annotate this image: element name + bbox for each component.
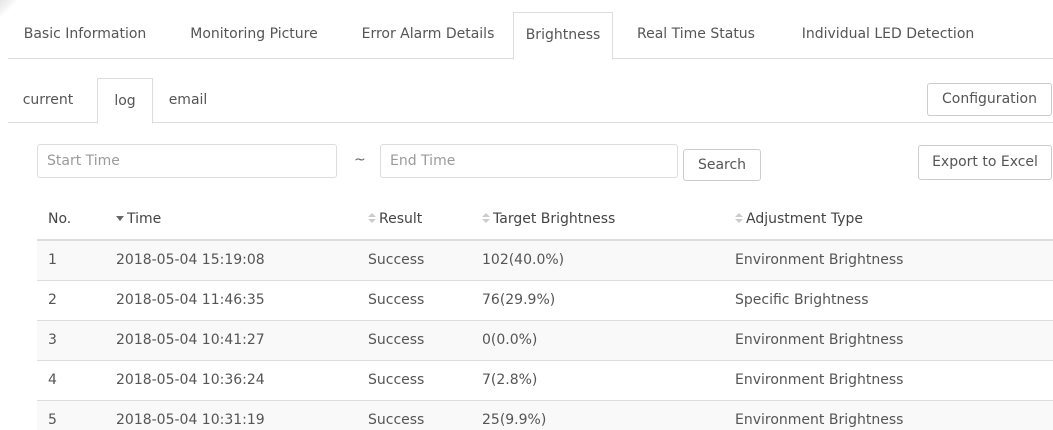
cell-result: Success bbox=[368, 372, 425, 388]
tab-error-alarm-details[interactable]: Error Alarm Details bbox=[344, 12, 512, 59]
top-tab-bar: Basic Information Monitoring Picture Err… bbox=[8, 12, 1053, 60]
tab-brightness[interactable]: Brightness bbox=[513, 12, 613, 60]
cell-adjustment-type: Environment Brightness bbox=[735, 372, 904, 388]
cell-time: 2018-05-04 15:19:08 bbox=[116, 252, 265, 268]
cell-target-brightness: 76(29.9%) bbox=[482, 292, 556, 308]
tab-basic-information[interactable]: Basic Information bbox=[8, 12, 162, 59]
brightness-log-table: No. Time Result Target Brightness Adjust… bbox=[37, 200, 1053, 430]
column-header-label: Result bbox=[379, 211, 423, 227]
range-separator: ~ bbox=[354, 152, 366, 168]
tab-real-time-status[interactable]: Real Time Status bbox=[620, 12, 772, 59]
cell-no: 2 bbox=[48, 292, 57, 308]
table-row: 5 2018-05-04 10:31:19 Success 25(9.9%) E… bbox=[37, 401, 1053, 430]
start-time-input[interactable] bbox=[37, 144, 337, 178]
cell-adjustment-type: Specific Brightness bbox=[735, 292, 869, 308]
tab-current[interactable]: current bbox=[8, 78, 88, 123]
cell-result: Success bbox=[368, 412, 425, 428]
cell-target-brightness: 25(9.9%) bbox=[482, 412, 547, 428]
cell-adjustment-type: Environment Brightness bbox=[735, 332, 904, 348]
sort-both-icon[interactable] bbox=[482, 212, 490, 224]
cell-adjustment-type: Environment Brightness bbox=[735, 252, 904, 268]
tab-log[interactable]: log bbox=[97, 78, 153, 124]
tab-individual-led-detection[interactable]: Individual LED Detection bbox=[779, 12, 997, 59]
sort-both-icon[interactable] bbox=[735, 212, 743, 224]
table-row: 1 2018-05-04 15:19:08 Success 102(40.0%)… bbox=[37, 241, 1053, 281]
column-header-label: No. bbox=[48, 211, 72, 227]
column-header-adjustment-type[interactable]: Adjustment Type bbox=[735, 200, 863, 239]
table-body: 1 2018-05-04 15:19:08 Success 102(40.0%)… bbox=[37, 241, 1053, 430]
table-row: 3 2018-05-04 10:41:27 Success 0(0.0%) En… bbox=[37, 321, 1053, 361]
cell-result: Success bbox=[368, 292, 425, 308]
column-header-no[interactable]: No. bbox=[48, 200, 71, 239]
cell-no: 1 bbox=[48, 252, 57, 268]
sub-tab-bar: current log email bbox=[8, 78, 1053, 124]
table-row: 2 2018-05-04 11:46:35 Success 76(29.9%) … bbox=[37, 281, 1053, 321]
cell-time: 2018-05-04 10:31:19 bbox=[116, 412, 265, 428]
column-header-target-brightness[interactable]: Target Brightness bbox=[482, 200, 615, 239]
tab-monitoring-picture[interactable]: Monitoring Picture bbox=[169, 12, 339, 59]
sort-both-icon[interactable] bbox=[368, 212, 376, 224]
end-time-input[interactable] bbox=[380, 144, 678, 178]
search-button[interactable]: Search bbox=[683, 149, 761, 181]
cell-adjustment-type: Environment Brightness bbox=[735, 412, 904, 428]
tab-email[interactable]: email bbox=[158, 78, 218, 123]
cell-target-brightness: 0(0.0%) bbox=[482, 332, 538, 348]
cell-result: Success bbox=[368, 332, 425, 348]
column-header-label: Target Brightness bbox=[493, 211, 616, 227]
cell-result: Success bbox=[368, 252, 425, 268]
cell-time: 2018-05-04 10:41:27 bbox=[116, 332, 265, 348]
cell-target-brightness: 7(2.8%) bbox=[482, 372, 538, 388]
column-header-label: Adjustment Type bbox=[746, 211, 863, 227]
column-header-label: Time bbox=[127, 211, 162, 227]
sort-descending-icon[interactable] bbox=[116, 212, 124, 224]
table-header: No. Time Result Target Brightness Adjust… bbox=[37, 200, 1053, 241]
column-header-time[interactable]: Time bbox=[116, 200, 161, 239]
table-row: 4 2018-05-04 10:36:24 Success 7(2.8%) En… bbox=[37, 361, 1053, 401]
configuration-button[interactable]: Configuration bbox=[927, 83, 1052, 116]
cell-time: 2018-05-04 11:46:35 bbox=[116, 292, 265, 308]
export-to-excel-button[interactable]: Export to Excel bbox=[918, 145, 1052, 180]
cell-no: 5 bbox=[48, 412, 57, 428]
cell-time: 2018-05-04 10:36:24 bbox=[116, 372, 265, 388]
cell-target-brightness: 102(40.0%) bbox=[482, 252, 565, 268]
cell-no: 4 bbox=[48, 372, 57, 388]
cell-no: 3 bbox=[48, 332, 57, 348]
app-root: Basic Information Monitoring Picture Err… bbox=[0, 0, 1053, 430]
column-header-result[interactable]: Result bbox=[368, 200, 422, 239]
